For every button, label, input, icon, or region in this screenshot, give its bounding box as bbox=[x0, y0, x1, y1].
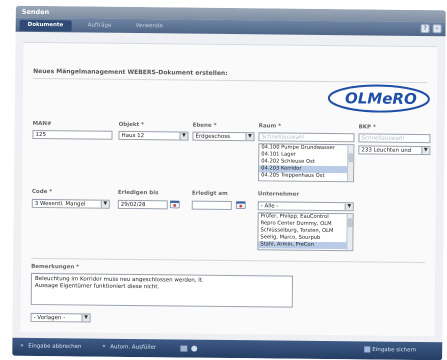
objekt-label: Objekt * bbox=[118, 121, 144, 129]
save-icon bbox=[364, 346, 371, 353]
bkp-value: 233 Leuchten und bbox=[361, 147, 412, 154]
cancel-entry-button[interactable]: » Eingabe abbrechen bbox=[20, 343, 81, 350]
arrow-right-icon: » bbox=[102, 343, 106, 350]
scrollbar[interactable] bbox=[346, 214, 353, 251]
window-close-icon[interactable]: › bbox=[432, 24, 442, 34]
chevron-down-icon: ▼ bbox=[421, 147, 430, 155]
erledigt-am-label: Erledigt am bbox=[191, 190, 228, 197]
list-item[interactable]: 04.205 Treppenhaus Ost bbox=[259, 172, 353, 180]
chevron-down-icon: ▼ bbox=[100, 200, 109, 208]
tab-auftraege[interactable]: Aufträge bbox=[80, 20, 120, 31]
code-label: Code * bbox=[31, 188, 53, 196]
tab-verwende[interactable]: Verwende bbox=[128, 21, 171, 32]
unternehmer-select[interactable]: - Alle - ▼ bbox=[257, 201, 354, 212]
chevron-down-icon: ▼ bbox=[81, 314, 90, 322]
tools-icon bbox=[180, 345, 198, 352]
bottom-toolbar: » Eingabe abbrechen » Autom. Ausfüller Ein… bbox=[12, 337, 443, 360]
chevron-down-icon: ▼ bbox=[344, 203, 353, 211]
unternehmer-value: - Alle - bbox=[260, 203, 279, 210]
form-panel: Neues Mängelmanagement WEBERS-Dokument e… bbox=[20, 41, 438, 337]
form-heading: Neues Mängelmanagement WEBERS-Dokument e… bbox=[33, 67, 228, 77]
calendar-icon[interactable] bbox=[169, 199, 180, 209]
man-field[interactable]: 125 bbox=[32, 129, 113, 140]
chevron-down-icon: ▼ bbox=[245, 133, 254, 141]
cancel-entry-label: Eingabe abbrechen bbox=[28, 343, 82, 350]
bkp-label: BKP * bbox=[358, 124, 376, 131]
app-window: Senden Dokumente Aufträge Verwende ? › N… bbox=[12, 5, 446, 360]
divider bbox=[31, 257, 426, 264]
ebene-select[interactable]: Erdgeschoss ▼ bbox=[192, 131, 255, 142]
raum-list[interactable]: 04.100 Pumpe Grundwasser 04.101 Lager 04… bbox=[258, 143, 355, 183]
list-item-selected[interactable]: Stahl, Armin, PreCon bbox=[258, 241, 353, 250]
ebene-label: Ebene * bbox=[192, 122, 217, 129]
erledigt-am-field[interactable] bbox=[191, 200, 232, 211]
autofill-button[interactable]: » Autom. Ausfüller bbox=[102, 344, 156, 351]
calendar-icon[interactable] bbox=[235, 200, 246, 210]
tab-dokumente[interactable]: Dokumente bbox=[19, 19, 72, 32]
erledigen-bis-label: Erledigen bis bbox=[117, 189, 159, 197]
objekt-value: Haus 12 bbox=[121, 132, 145, 140]
chevron-down-icon: ▼ bbox=[179, 132, 188, 140]
man-label: MAN# bbox=[32, 120, 52, 128]
tool-icons[interactable] bbox=[180, 344, 200, 354]
unternehmer-list[interactable]: Prüfer, Philipp, EauControl Repro Center… bbox=[257, 212, 354, 252]
autofill-label: Autom. Ausfüller bbox=[110, 344, 157, 351]
raum-quicksearch-input[interactable]: Schnellauswahl bbox=[258, 132, 355, 143]
save-entry-button[interactable]: Eingabe sichern bbox=[364, 346, 416, 353]
textarea-line: Aussage Eigentümer funktioniert diese ni… bbox=[34, 282, 160, 291]
vorlagen-select[interactable]: - Vorlagen - ▼ bbox=[30, 312, 91, 323]
bemerkungen-textarea[interactable]: Beleuchtung im Korridor muss neu angesch… bbox=[30, 272, 294, 308]
bkp-select[interactable]: 233 Leuchten und ▼ bbox=[358, 145, 431, 156]
logo-text: OLMeRO bbox=[345, 89, 417, 108]
code-select[interactable]: 3 Wesentl. Mangel ▼ bbox=[31, 198, 110, 209]
code-value: 3 Wesentl. Mangel bbox=[34, 200, 86, 208]
arrow-left-icon: » bbox=[20, 342, 24, 349]
scrollbar[interactable] bbox=[347, 145, 354, 182]
help-icon[interactable]: ? bbox=[420, 23, 430, 34]
bkp-quicksearch-input[interactable]: Schnellauswahl bbox=[358, 133, 431, 144]
vorlagen-value: - Vorlagen - bbox=[33, 314, 66, 322]
objekt-select[interactable]: Haus 12 ▼ bbox=[118, 130, 189, 141]
unternehmer-label: Unternehmer bbox=[257, 191, 300, 198]
save-entry-label: Eingabe sichern bbox=[372, 347, 417, 354]
bemerkungen-label: Bemerkungen * bbox=[31, 263, 80, 271]
olmero-logo: OLMeRO bbox=[327, 84, 430, 113]
raum-label: Raum * bbox=[258, 123, 282, 130]
ebene-value: Erdgeschoss bbox=[195, 133, 230, 141]
erledigen-bis-field[interactable]: 29/02/28 bbox=[117, 199, 168, 210]
